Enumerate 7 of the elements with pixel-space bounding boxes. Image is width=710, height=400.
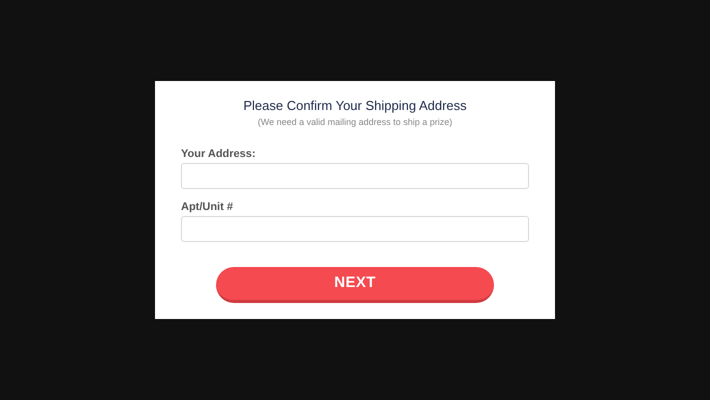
next-button[interactable]: NEXT xyxy=(216,267,494,303)
dialog-subtitle: (We need a valid mailing address to ship a prize) xyxy=(258,116,452,128)
input-field[interactable] xyxy=(181,163,529,189)
dialog-title: Please Confirm Your Shipping Address xyxy=(243,97,467,115)
field-label: Your Address: xyxy=(181,147,257,161)
input-field[interactable] xyxy=(181,216,529,242)
field-label: Apt/Unit # xyxy=(181,200,234,214)
